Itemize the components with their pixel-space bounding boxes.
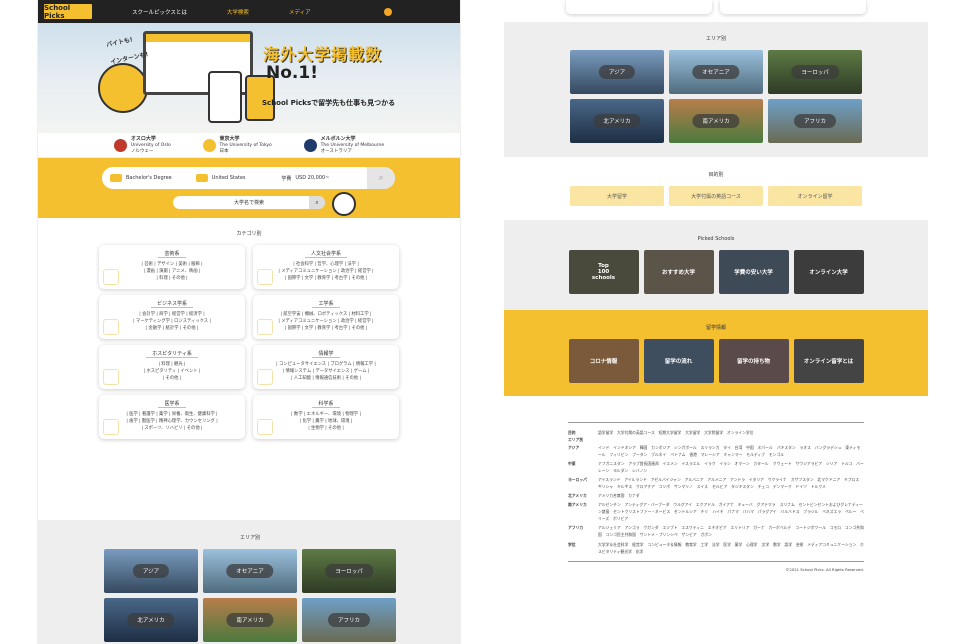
category-card[interactable]: 医学系 | 医学 | 看護学 | 薬学 | 栄養、衛生、健康科学 | | 歯学 |… — [99, 395, 245, 439]
area-tile-europe[interactable]: ヨーロッパ — [302, 549, 396, 593]
study-info-title: 留学情報 — [705, 325, 726, 331]
search-button[interactable]: ⌕ — [367, 167, 396, 189]
home-page-right: エリア別 アジア オセアニア ヨーロッパ 北アメリカ 南アメリカ アフリカ 目的… — [504, 0, 928, 644]
category-card[interactable]: 芸術系 | 芸術 | デザイン | 美術 | 服飾 | | 漫画 | 演劇 | ア… — [99, 245, 245, 289]
picked-low-cost[interactable]: 学費の安い大学 — [718, 250, 789, 294]
picked-top100[interactable]: Top 100 schools — [568, 250, 639, 294]
picked-section: Picked Schools Top 100 schools おすすめ大学 学費… — [504, 220, 928, 310]
nav-about[interactable]: スクールピックスとは — [132, 8, 187, 16]
category-cards-bottom — [504, 0, 928, 18]
area-tile-asia[interactable]: アジア — [104, 549, 198, 593]
category-card[interactable]: 人文社会学系 | 社会科学 | 哲学、心理学 | 法学 | | メディアコミュニケ… — [253, 245, 399, 289]
area-tile-africa[interactable]: アフリカ — [302, 598, 396, 642]
university-emblem-icon — [303, 138, 317, 152]
search-icon[interactable]: ⌕ — [309, 196, 325, 209]
featured-university[interactable]: メルボルン大学 The University of Melbourne オーストラリ… — [303, 136, 384, 155]
category-grid: 芸術系 | 芸術 | デザイン | 美術 | 服飾 | | 漫画 | 演劇 | ア… — [38, 245, 460, 439]
hero-subtitle: School Picksで留学先も仕事も見つかる — [262, 99, 396, 107]
search-bar: Bachelor's Degree United States 学費 USD 20… — [102, 167, 396, 189]
university-emblem-icon — [202, 138, 216, 152]
area-tile-europe[interactable]: ヨーロッパ — [768, 50, 862, 94]
copyright: ©2021 School Picks. All Rights Reserved. — [568, 561, 864, 573]
bell-icon — [103, 369, 119, 385]
building-icon — [195, 174, 208, 182]
featured-universities: オスロ大学 University of Oslo ノルウェー 東京大学 The Uni… — [38, 133, 460, 158]
area-tile-south-america[interactable]: 南アメリカ — [203, 598, 297, 642]
nav-university-search[interactable]: 大学検索 — [227, 8, 249, 16]
featured-university[interactable]: オスロ大学 University of Oslo ノルウェー — [113, 136, 171, 155]
area-tile-asia[interactable]: アジア — [570, 50, 664, 94]
info-belongings[interactable]: 留学の持ち物 — [718, 339, 789, 383]
area-tile-south-america[interactable]: 南アメリカ — [669, 99, 763, 143]
category-card[interactable]: 工学系 | 航空宇宙 | 機械、ロボティックス | 材料工学 | | メディアコミ… — [253, 295, 399, 339]
purpose-online[interactable]: オンライン留学 — [768, 186, 862, 206]
purpose-section: 目的別 大学留学 大学付属の英語コース オンライン留学 — [504, 165, 928, 206]
picked-online[interactable]: オンライン大学 — [793, 250, 864, 294]
book-icon — [257, 269, 273, 285]
university-emblem-icon — [113, 138, 127, 152]
purpose-english-course[interactable]: 大学付属の英語コース — [669, 186, 763, 206]
search-icon: ⌕ — [378, 173, 384, 183]
home-page-left: School Picks スクールピックスとは 大学検索 メディア バイトも! … — [37, 0, 461, 644]
university-name-search[interactable]: 大学名で検索 ⌕ — [173, 196, 325, 209]
computer-icon — [257, 369, 273, 385]
globe-mascot-icon — [98, 63, 148, 113]
purpose-university[interactable]: 大学留学 — [570, 186, 664, 206]
hero-bubble-1: バイトも! — [105, 36, 134, 49]
phone-illustration — [208, 71, 242, 123]
user-icon[interactable] — [384, 7, 392, 16]
palette-icon — [103, 269, 119, 285]
category-card[interactable]: 情報学 | コンピュータサイエンス | プログラム | 情報工学 | | 情報シス… — [253, 345, 399, 389]
category-title: カテゴリ別 — [236, 231, 262, 237]
area-tile-north-america[interactable]: 北アメリカ — [570, 99, 664, 143]
area-tile-oceania[interactable]: オセアニア — [669, 50, 763, 94]
degree-select[interactable]: Bachelor's Degree — [110, 174, 196, 182]
owl-mascot-icon — [332, 192, 356, 216]
logo[interactable]: School Picks — [44, 4, 92, 20]
study-info-section: 留学情報 コロナ情報 留学の流れ 留学の持ち物 オンライン留学とは — [504, 310, 928, 396]
country-select[interactable]: United States — [195, 174, 282, 182]
info-corona[interactable]: コロナ情報 — [568, 339, 639, 383]
search-section: Bachelor's Degree United States 学費 USD 20… — [38, 158, 460, 218]
area-title: エリア別 — [705, 36, 726, 42]
footer: 目的 語学留学 大学付属の英語コース 短期大学留学 大学留学 大学院留学 オンライ… — [568, 422, 864, 573]
picked-recommended[interactable]: おすすめ大学 — [643, 250, 714, 294]
category-card[interactable]: ビジネス学系 | 会計学 | 商学 | 経営学 | 経済学 | | マーケティング… — [99, 295, 245, 339]
featured-university[interactable]: 東京大学 The University of Tokyo 日本 — [202, 136, 272, 155]
hero-no1: No.1! — [266, 63, 318, 83]
area-tile-oceania[interactable]: オセアニア — [203, 549, 297, 593]
area-tile-north-america[interactable]: 北アメリカ — [104, 598, 198, 642]
chart-icon — [103, 319, 119, 335]
area-tile-africa[interactable]: アフリカ — [768, 99, 862, 143]
nav-media[interactable]: メディア — [289, 8, 311, 16]
gear-icon — [257, 319, 273, 335]
category-card[interactable]: ホスピタリティ系 | 料理 | 観光 | | ホスピタリティ | イベント | |… — [99, 345, 245, 389]
info-online[interactable]: オンライン留学とは — [793, 339, 864, 383]
category-card[interactable] — [566, 0, 712, 14]
picked-title: Picked Schools — [697, 236, 735, 242]
category-card[interactable] — [720, 0, 866, 14]
flask-icon — [257, 419, 273, 435]
area-section: エリア別 アジア オセアニア ヨーロッパ 北アメリカ 南アメリカ アフリカ — [38, 520, 460, 644]
top-navbar: School Picks スクールピックスとは 大学検索 メディア — [38, 0, 460, 23]
category-card[interactable]: 科学系 | 数学 | エネルギー、環境 | 物理学 | | 化学 | 農学 | 地… — [253, 395, 399, 439]
hero-banner: バイトも! インターンも! 海外大学掲載数 No.1! School Picks… — [38, 23, 460, 133]
graduation-cap-icon — [110, 174, 122, 182]
area-title: エリア別 — [239, 535, 260, 541]
area-section-right: エリア別 アジア オセアニア ヨーロッパ 北アメリカ 南アメリカ アフリカ — [504, 22, 928, 157]
medical-icon — [103, 419, 119, 435]
purpose-title: 目的別 — [708, 172, 724, 178]
hero-title: 海外大学掲載数 — [263, 45, 383, 64]
info-flow[interactable]: 留学の流れ — [643, 339, 714, 383]
fee-select[interactable]: 学費 USD 20,000~ — [281, 175, 367, 182]
